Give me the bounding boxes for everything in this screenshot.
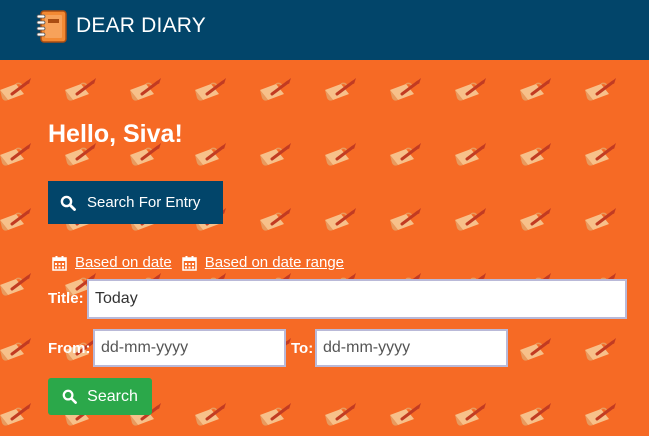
filter-by-date-range-link[interactable]: Based on date range (182, 254, 344, 271)
search-for-entry-label: Search For Entry (87, 194, 201, 211)
title-label: Title: (48, 290, 84, 307)
search-icon (60, 195, 76, 211)
to-date-input[interactable] (315, 329, 508, 367)
search-filters: Based on date Based on date range (52, 254, 354, 271)
from-label: From: (48, 340, 91, 357)
search-icon (62, 389, 78, 404)
filter-by-date-label: Based on date (75, 254, 172, 271)
filter-by-date-range-label: Based on date range (204, 254, 345, 271)
from-date-input[interactable] (93, 329, 286, 367)
search-button[interactable]: Search (48, 378, 152, 415)
filter-by-date-link[interactable]: Based on date (52, 254, 172, 271)
calendar-icon (182, 255, 197, 271)
title-input[interactable] (87, 279, 627, 319)
main-content: Hello, Siva! Search For Entry Based on d… (0, 0, 649, 436)
greeting-heading: Hello, Siva! (48, 120, 183, 148)
to-label: To: (291, 340, 314, 357)
calendar-icon (52, 255, 67, 271)
search-button-label: Search (87, 387, 138, 405)
search-for-entry-button[interactable]: Search For Entry (48, 181, 223, 224)
